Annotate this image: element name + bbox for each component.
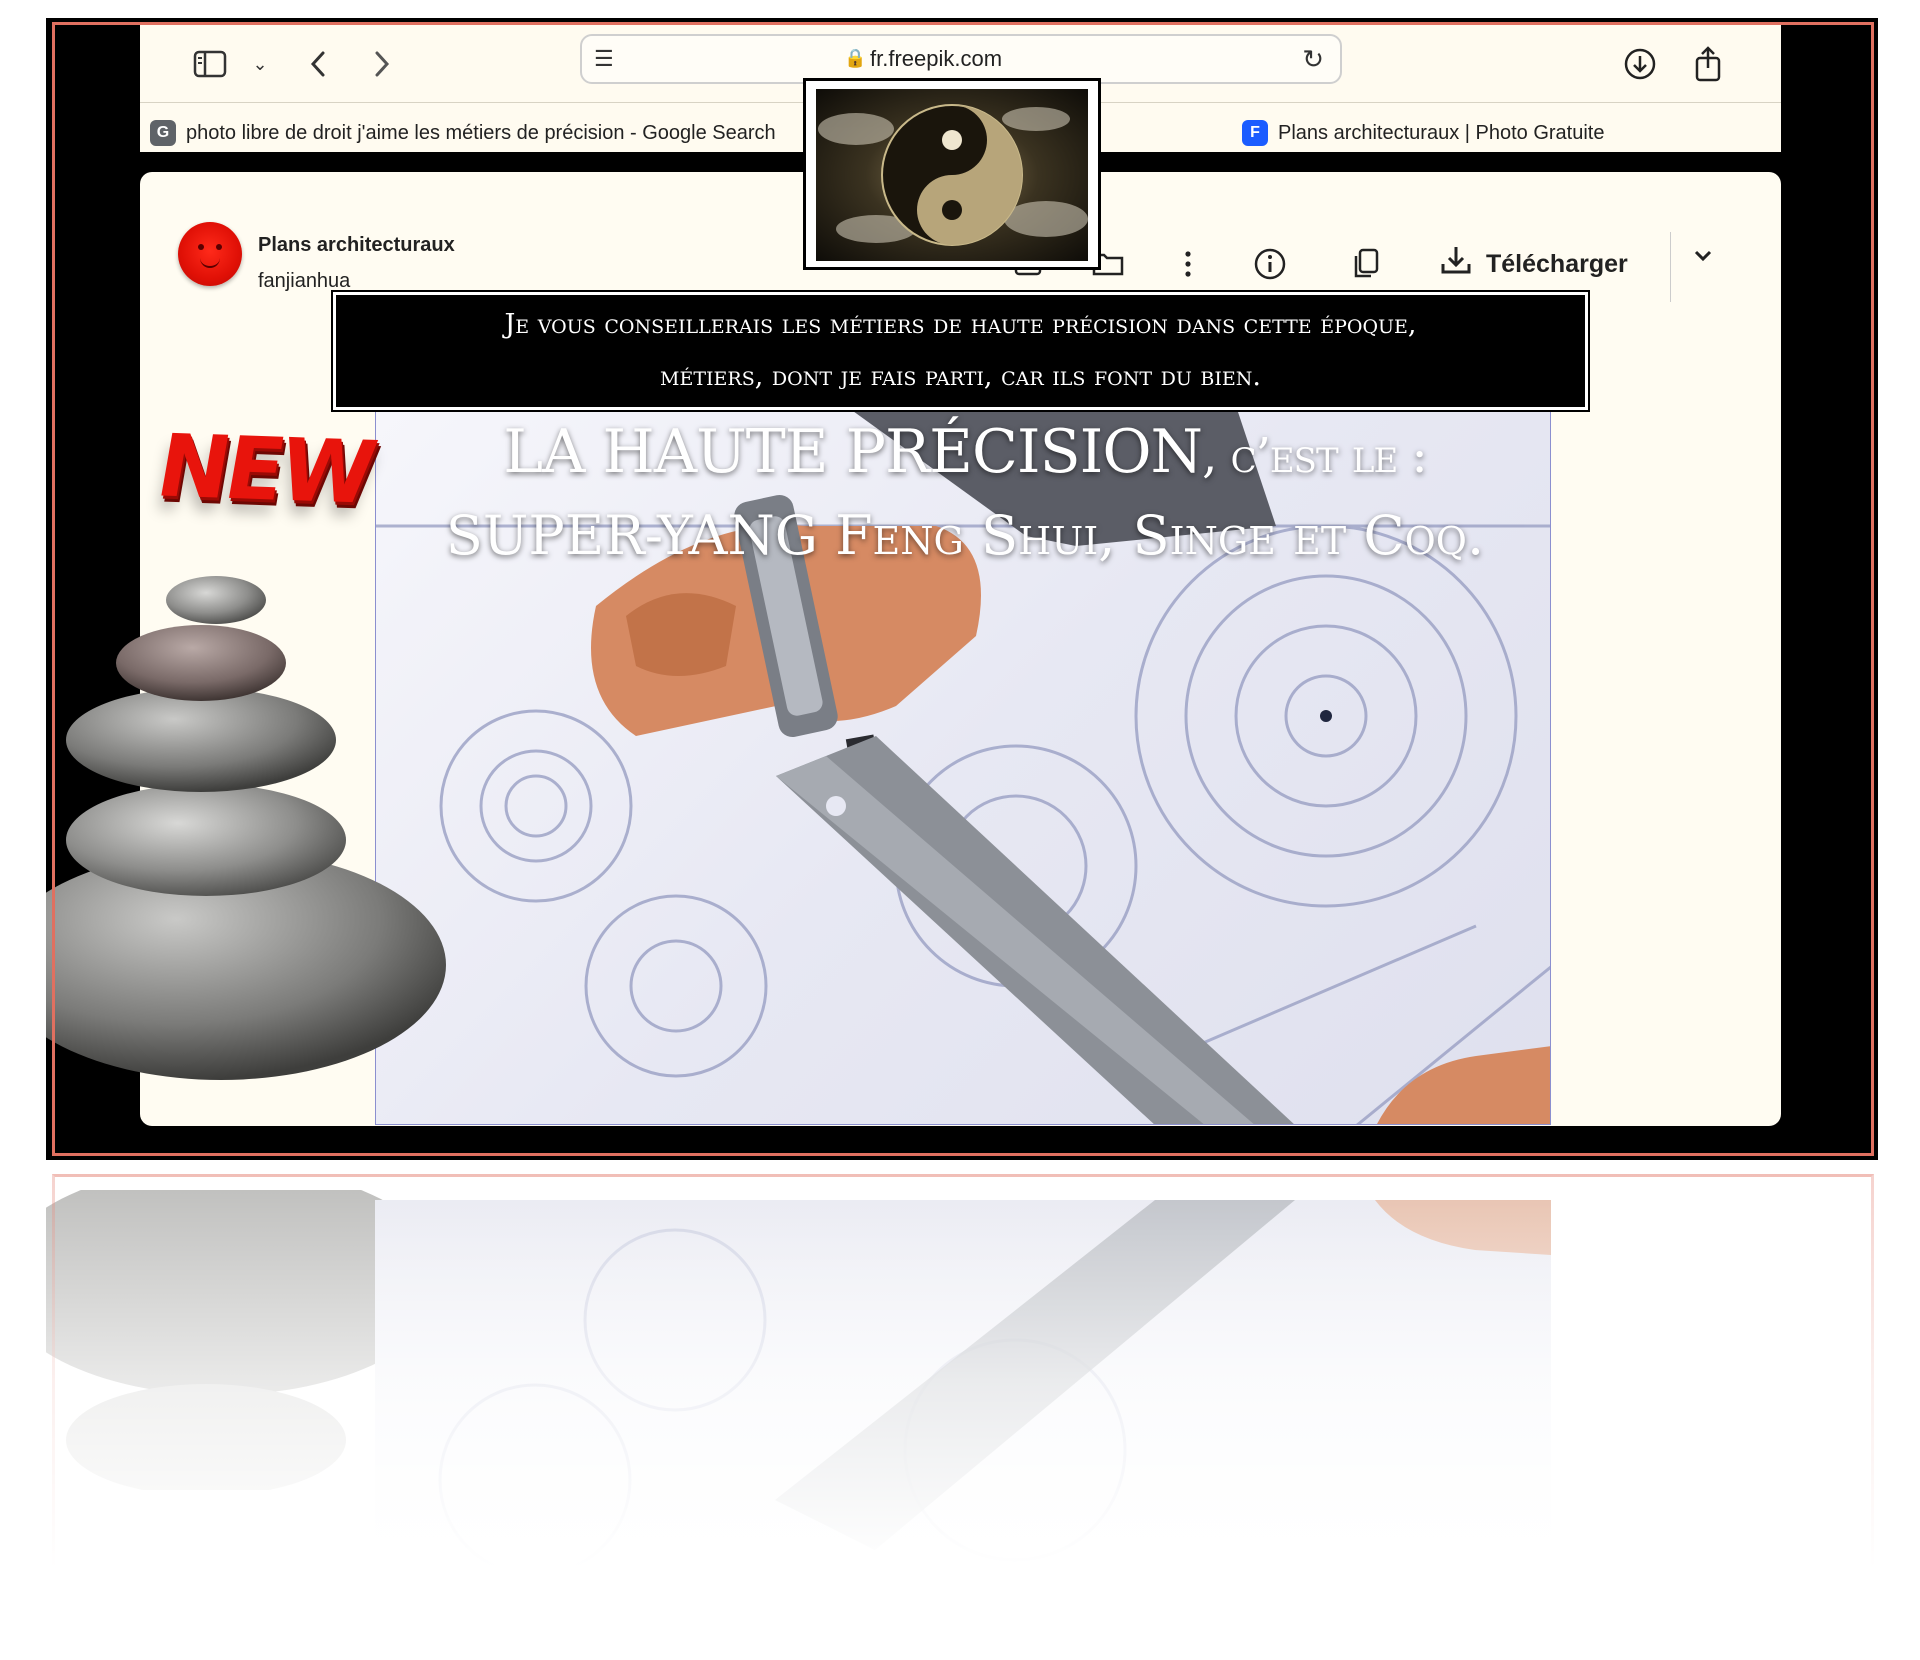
downloads-icon[interactable] xyxy=(1620,44,1660,84)
caption-box: Je vous conseillerais les métiers de hau… xyxy=(331,290,1590,412)
back-icon[interactable] xyxy=(298,44,338,84)
tab-group-chevron-icon[interactable]: ⌄ xyxy=(240,44,280,84)
download-button[interactable]: Télécharger xyxy=(1440,242,1628,286)
headline-line1-main: LA HAUTE PRÉCISION xyxy=(503,417,1203,487)
headline-line2-tail: Feng Shui, Singe et Coq. xyxy=(835,504,1485,567)
tab-plans-architecturaux[interactable]: F Plans architecturaux | Photo Gratuite xyxy=(1242,116,1662,150)
headline: LA HAUTE PRÉCISION, c’est le : SUPER-YAN… xyxy=(380,412,1550,576)
copy-icon[interactable] xyxy=(1346,244,1386,284)
download-divider xyxy=(1670,232,1671,302)
reflection-fade xyxy=(46,1170,1878,1640)
chevron-down-icon[interactable] xyxy=(1692,244,1714,270)
download-icon xyxy=(1440,244,1472,284)
address-bar[interactable]: ☰ 🔒 fr.freepik.com ↻ xyxy=(580,34,1342,84)
google-favicon-icon: G xyxy=(150,120,176,146)
tab-title: Plans architecturaux | Photo Gratuite xyxy=(1278,121,1605,144)
more-vertical-icon[interactable] xyxy=(1168,244,1208,284)
share-icon[interactable] xyxy=(1688,44,1728,84)
tab-google-search[interactable]: G photo libre de droit j'aime les métier… xyxy=(150,116,820,150)
yin-yang-image xyxy=(816,89,1088,261)
author-title[interactable]: Plans architecturaux xyxy=(258,234,455,257)
reload-icon[interactable]: ↻ xyxy=(1302,44,1324,75)
info-icon[interactable] xyxy=(1250,244,1290,284)
url-text: fr.freepik.com xyxy=(870,46,1003,71)
sidebar-toggle-icon[interactable] xyxy=(190,44,230,84)
forward-icon[interactable] xyxy=(362,44,402,84)
headline-line1-tail: , c’est le : xyxy=(1202,428,1428,484)
new-badge: NEW xyxy=(149,416,380,524)
author-name[interactable]: fanjianhua xyxy=(258,270,350,293)
caption-line-1: Je vous conseillerais les métiers de hau… xyxy=(504,309,1417,340)
headline-line2-main: SUPER-YANG xyxy=(445,504,836,567)
freepik-favicon-icon: F xyxy=(1242,120,1268,146)
tab-title: photo libre de droit j'aime les métiers … xyxy=(186,121,776,144)
zen-stones-image xyxy=(0,560,446,1120)
avatar[interactable] xyxy=(178,222,242,286)
page-menu-icon[interactable]: ☰ xyxy=(594,46,614,72)
caption-line-2: métiers, dont je fais parti, car ils fon… xyxy=(660,361,1261,392)
yin-yang-picture xyxy=(803,78,1101,270)
mirror-reflection xyxy=(46,1170,1878,1640)
lock-icon: 🔒 xyxy=(844,48,867,68)
download-label: Télécharger xyxy=(1486,249,1628,278)
